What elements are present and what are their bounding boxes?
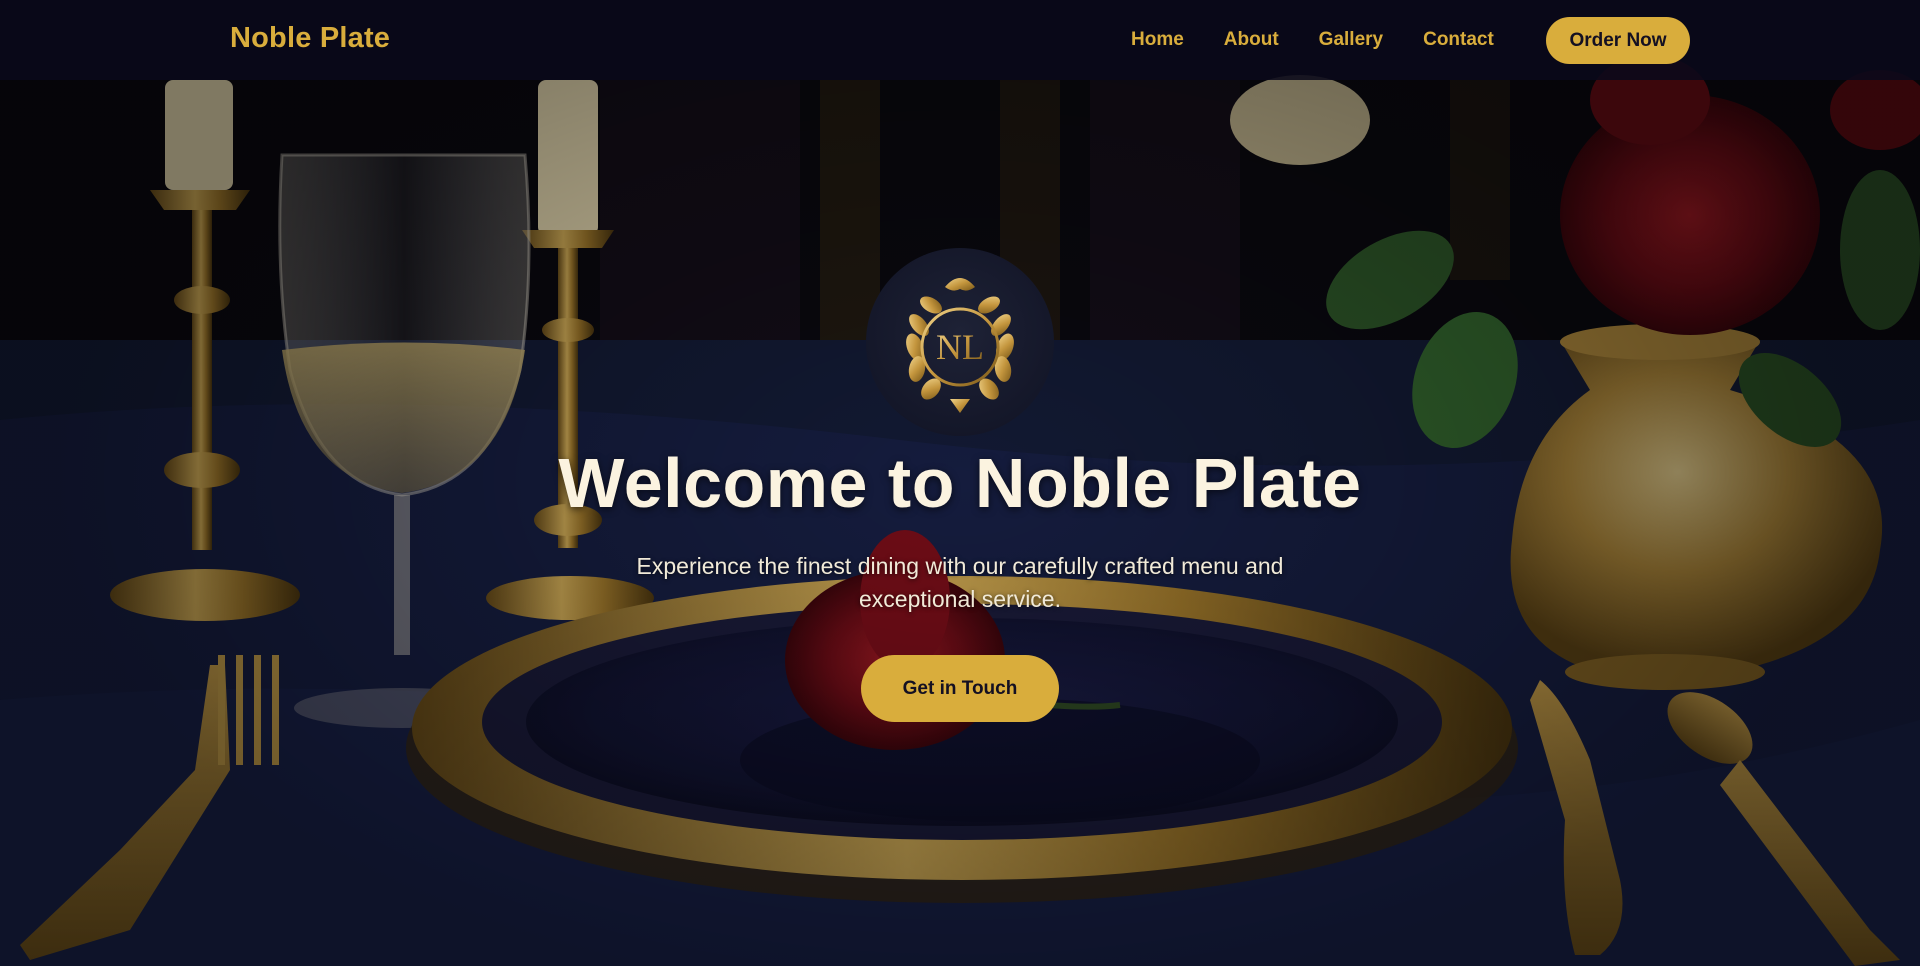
order-now-button[interactable]: Order Now	[1546, 17, 1690, 64]
nav-link-gallery[interactable]: Gallery	[1319, 29, 1383, 51]
noble-plate-crest-icon: NL	[906, 278, 1014, 413]
nav-links: Home About Gallery Contact	[1131, 0, 1534, 80]
nav-link-about[interactable]: About	[1224, 29, 1279, 51]
nav-link-home[interactable]: Home	[1131, 29, 1184, 51]
get-in-touch-button[interactable]: Get in Touch	[861, 655, 1059, 722]
hero-subtitle-line1: Experience the finest dining with our ca…	[636, 553, 1284, 579]
top-navbar: Noble Plate Home About Gallery Contact O…	[0, 0, 1920, 80]
hero-subtitle: Experience the finest dining with our ca…	[560, 550, 1360, 616]
svg-text:NL: NL	[936, 327, 984, 367]
nav-link-contact[interactable]: Contact	[1423, 29, 1494, 51]
hero-title: Welcome to Noble Plate	[558, 444, 1362, 522]
hero-subtitle-line2: exceptional service.	[859, 586, 1061, 612]
brand-logo-text[interactable]: Noble Plate	[230, 22, 390, 55]
crest-emblem: NL	[866, 248, 1054, 436]
